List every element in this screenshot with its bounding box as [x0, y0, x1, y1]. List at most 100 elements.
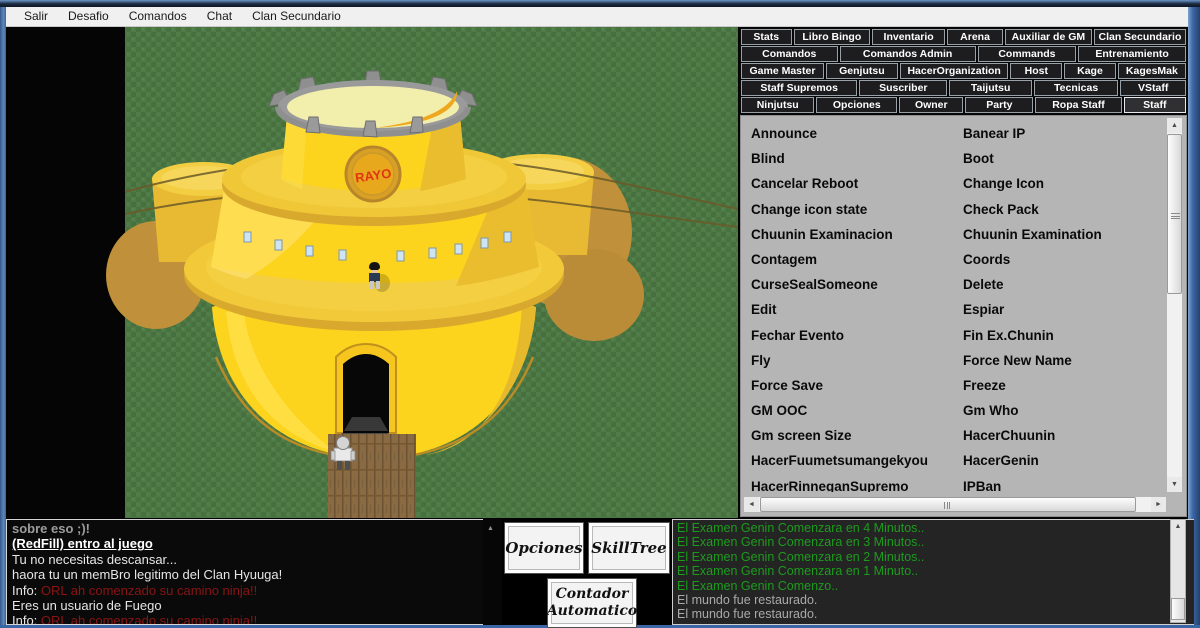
- command-hacerrinnegansupremo[interactable]: HacerRinneganSupremo: [751, 474, 928, 492]
- command-contagem[interactable]: Contagem: [751, 247, 928, 272]
- log-line-5: El Examen Genin Comenzo..: [677, 579, 1190, 593]
- chat-log[interactable]: sobre eso ;)! (RedFill) entro al juegoTu…: [6, 519, 483, 625]
- command-delete[interactable]: Delete: [963, 272, 1102, 297]
- scroll-left-icon[interactable]: ◄: [744, 497, 759, 512]
- command-fly[interactable]: Fly: [751, 348, 928, 373]
- chat-scrollbar[interactable]: ▲: [483, 519, 502, 625]
- chat-line-6: Eres un usuario de Fuego: [12, 598, 478, 613]
- tab-auxiliar-de-gm[interactable]: Auxiliar de GM: [1005, 29, 1092, 45]
- command-change-icon[interactable]: Change Icon: [963, 171, 1102, 196]
- tab-stats[interactable]: Stats: [741, 29, 792, 45]
- log-line-6: El mundo fue restaurado.: [677, 593, 1190, 607]
- vertical-scrollbar-thumb[interactable]: [1167, 134, 1182, 294]
- command-gm-who[interactable]: Gm Who: [963, 398, 1102, 423]
- server-log-scrollbar[interactable]: ▲: [1170, 519, 1186, 623]
- scroll-up-icon[interactable]: ▲: [487, 525, 494, 532]
- command-columns: AnnounceBlindCancelar RebootChange icon …: [741, 116, 1151, 492]
- command-freeze[interactable]: Freeze: [963, 373, 1102, 398]
- chat-line-1: sobre eso ;)!: [12, 521, 478, 536]
- server-log-scrollbar-thumb[interactable]: [1171, 598, 1185, 620]
- tab-vstaff[interactable]: VStaff: [1120, 80, 1186, 96]
- horizontal-scrollbar[interactable]: ◄ ►: [743, 496, 1167, 513]
- command-hacergenin[interactable]: HacerGenin: [963, 448, 1102, 473]
- command-column-left: AnnounceBlindCancelar RebootChange icon …: [751, 121, 928, 492]
- scroll-down-icon[interactable]: ▼: [1167, 477, 1182, 492]
- opciones-button[interactable]: Opciones: [504, 522, 584, 574]
- log-line-3: El Examen Genin Comenzara en 2 Minutos..: [677, 550, 1190, 564]
- scroll-right-icon[interactable]: ►: [1151, 497, 1166, 512]
- tab-row-2: ComandosComandos AdminCommandsEntrenamie…: [741, 46, 1186, 62]
- command-cursesealsomeone[interactable]: CurseSealSomeone: [751, 272, 928, 297]
- command-fin-ex-chunin[interactable]: Fin Ex.Chunin: [963, 323, 1102, 348]
- tab-host[interactable]: Host: [1010, 63, 1062, 79]
- tab-taijutsu[interactable]: Taijutsu: [949, 80, 1032, 96]
- command-check-pack[interactable]: Check Pack: [963, 197, 1102, 222]
- command-force-save[interactable]: Force Save: [751, 373, 928, 398]
- command-hacerchuunin[interactable]: HacerChuunin: [963, 423, 1102, 448]
- menu-item-chat[interactable]: Chat: [197, 7, 242, 26]
- tab-game-master[interactable]: Game Master: [741, 63, 824, 79]
- command-boot[interactable]: Boot: [963, 146, 1102, 171]
- tab-ninjutsu[interactable]: Ninjutsu: [741, 97, 814, 113]
- tab-comandos-admin[interactable]: Comandos Admin: [840, 46, 976, 62]
- door[interactable]: [332, 344, 398, 445]
- command-chuunin-examination[interactable]: Chuunin Examination: [963, 222, 1102, 247]
- skilltree-button[interactable]: SkillTree: [588, 522, 670, 574]
- command-blind[interactable]: Blind: [751, 146, 928, 171]
- window-titlebar: [0, 0, 1200, 7]
- menu-item-salir[interactable]: Salir: [14, 7, 58, 26]
- menu-item-desafio[interactable]: Desafio: [58, 7, 119, 26]
- command-hacerfuumetsumangekyou[interactable]: HacerFuumetsumangekyou: [751, 448, 928, 473]
- menu-item-clan-secundario[interactable]: Clan Secundario: [242, 7, 351, 26]
- command-gm-screen-size[interactable]: Gm screen Size: [751, 423, 928, 448]
- command-banear-ip[interactable]: Banear IP: [963, 121, 1102, 146]
- tab-entrenamiento[interactable]: Entrenamiento: [1078, 46, 1186, 62]
- tab-arena[interactable]: Arena: [947, 29, 1003, 45]
- tab-staff[interactable]: Staff: [1124, 97, 1186, 113]
- menu-bar: SalirDesafioComandosChatClan Secundario: [6, 7, 1188, 27]
- tab-inventario[interactable]: Inventario: [872, 29, 945, 45]
- chat-line-3: Tu no necesitas descansar...: [12, 552, 478, 567]
- command-gm-ooc[interactable]: GM OOC: [751, 398, 928, 423]
- tab-owner[interactable]: Owner: [899, 97, 963, 113]
- tab-opciones[interactable]: Opciones: [816, 97, 897, 113]
- chat-line-red-text: ORL ah comenzado su camino ninja!!: [41, 583, 257, 598]
- log-line-1: El Examen Genin Comenzara en 4 Minutos..: [677, 521, 1190, 535]
- command-chuunin-examinacion[interactable]: Chuunin Examinacion: [751, 222, 928, 247]
- command-cancelar-reboot[interactable]: Cancelar Reboot: [751, 171, 928, 196]
- tab-party[interactable]: Party: [965, 97, 1033, 113]
- command-change-icon-state[interactable]: Change icon state: [751, 197, 928, 222]
- command-edit[interactable]: Edit: [751, 297, 928, 322]
- tab-genjutsu[interactable]: Genjutsu: [826, 63, 898, 79]
- vertical-scrollbar[interactable]: ▲ ▼: [1166, 117, 1183, 493]
- scroll-up-icon[interactable]: ▲: [1167, 118, 1182, 133]
- tab-tecnicas[interactable]: Tecnicas: [1034, 80, 1118, 96]
- bottom-area: sobre eso ;)! (RedFill) entro al juegoTu…: [6, 518, 1188, 625]
- contador-automatico-button[interactable]: Contador Automatico: [547, 578, 637, 628]
- menu-item-comandos[interactable]: Comandos: [119, 7, 197, 26]
- tab-hacerorganization[interactable]: HacerOrganization: [900, 63, 1009, 79]
- command-announce[interactable]: Announce: [751, 121, 928, 146]
- tab-suscriber[interactable]: Suscriber: [859, 80, 947, 96]
- tab-libro-bingo[interactable]: Libro Bingo: [794, 29, 871, 45]
- command-espiar[interactable]: Espiar: [963, 297, 1102, 322]
- tab-staff-supremos[interactable]: Staff Supremos: [741, 80, 857, 96]
- command-ipban[interactable]: IPBan: [963, 474, 1102, 492]
- tab-commands[interactable]: Commands: [978, 46, 1076, 62]
- tab-ropa-staff[interactable]: Ropa Staff: [1035, 97, 1121, 113]
- game-viewport[interactable]: RAYO: [6, 27, 738, 518]
- chat-line-red-text: ORL ah comenzado su camino ninja!!: [41, 613, 257, 625]
- command-coords[interactable]: Coords: [963, 247, 1102, 272]
- tab-row-1: StatsLibro BingoInventarioArenaAuxiliar …: [741, 29, 1186, 45]
- tab-comandos[interactable]: Comandos: [741, 46, 838, 62]
- medallion: RAYO: [346, 147, 400, 201]
- tab-kage[interactable]: Kage: [1064, 63, 1116, 79]
- command-fechar-evento[interactable]: Fechar Evento: [751, 323, 928, 348]
- horizontal-scrollbar-thumb[interactable]: [760, 497, 1136, 512]
- tab-kagesmak[interactable]: KagesMak: [1118, 63, 1186, 79]
- tab-clan-secundario[interactable]: Clan Secundario: [1094, 29, 1186, 45]
- skilltree-button-label: SkillTree: [591, 539, 666, 557]
- server-log[interactable]: El Examen Genin Comenzara en 4 Minutos..…: [672, 519, 1194, 625]
- command-force-new-name[interactable]: Force New Name: [963, 348, 1102, 373]
- scroll-up-icon[interactable]: ▲: [1171, 520, 1185, 533]
